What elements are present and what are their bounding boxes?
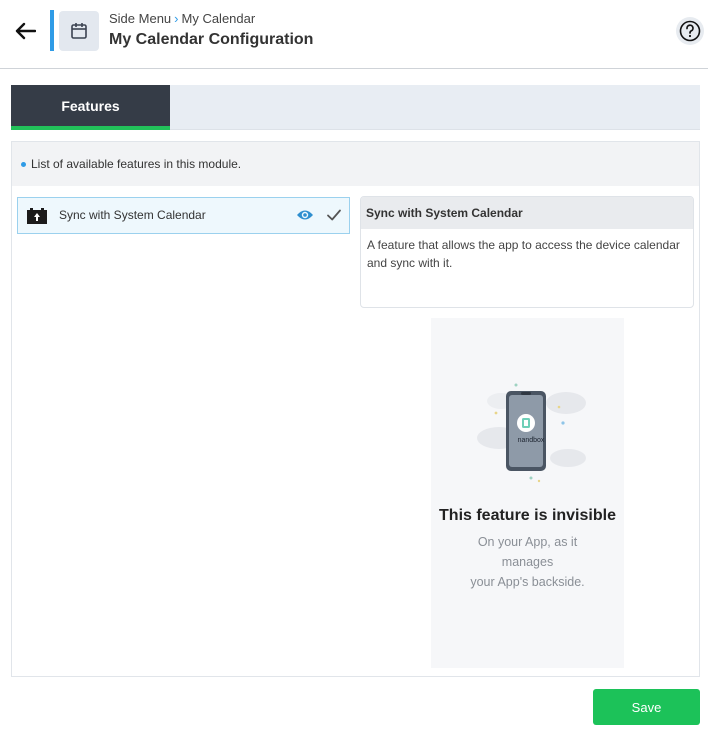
check-icon[interactable] (326, 207, 342, 223)
back-button[interactable] (12, 18, 38, 44)
feature-detail-card: Sync with System Calendar A feature that… (360, 196, 694, 308)
detail-description: A feature that allows the app to access … (367, 238, 680, 270)
header-accent-bar (50, 10, 54, 51)
bullet-icon (21, 161, 26, 167)
calendar-icon (71, 23, 87, 39)
feature-label: Sync with System Calendar (59, 208, 206, 222)
feature-item-sync-calendar[interactable]: Sync with System Calendar (17, 197, 350, 234)
module-icon-box (59, 11, 99, 51)
svg-text:nandbox: nandbox (518, 437, 545, 444)
breadcrumb-separator-icon: › (174, 11, 179, 26)
page-header: Side Menu › My Calendar My Calendar Conf… (0, 0, 708, 69)
eye-icon[interactable] (296, 208, 314, 222)
page-title: My Calendar Configuration (109, 31, 314, 48)
info-bar: List of available features in this modul… (12, 142, 699, 186)
features-panel: List of available features in this modul… (11, 141, 700, 677)
calendar-sync-icon (27, 208, 47, 224)
preview-subtitle-line: On your App, as it (477, 535, 578, 549)
help-button[interactable] (676, 17, 704, 45)
info-text: List of available features in this modul… (31, 157, 242, 171)
tab-bar: Features (11, 85, 700, 130)
preview-subtitle-line: manages (501, 555, 554, 569)
detail-title: Sync with System Calendar (361, 197, 693, 229)
question-circle-icon (679, 20, 701, 42)
device-brand-label: nandbox (518, 437, 545, 444)
arrow-left-icon (15, 22, 36, 40)
save-button[interactable]: Save (593, 689, 700, 725)
preview-title: This feature is invisible (439, 507, 616, 524)
breadcrumb: Side Menu › My Calendar (109, 11, 255, 26)
phone-illustration (477, 383, 586, 483)
preview-subtitle: On your App, as it manages your App's ba… (431, 532, 624, 592)
tab-features[interactable]: Features (11, 85, 170, 130)
feature-preview: nandbox This feature is invisible On you… (431, 318, 624, 668)
preview-subtitle-line: your App's backside. (470, 575, 585, 589)
breadcrumb-side-menu[interactable]: Side Menu (109, 11, 171, 26)
breadcrumb-my-calendar[interactable]: My Calendar (182, 11, 256, 26)
